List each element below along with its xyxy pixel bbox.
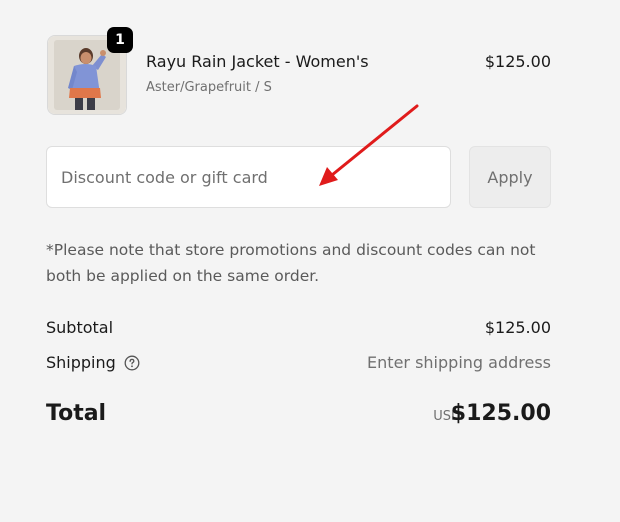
question-circle-icon[interactable] bbox=[124, 355, 140, 371]
line-item: 1 Rayu Rain Jacket - Women's Aster/Grape… bbox=[46, 27, 551, 115]
shipping-value: Enter shipping address bbox=[367, 353, 551, 372]
order-summary: 1 Rayu Rain Jacket - Women's Aster/Grape… bbox=[46, 27, 551, 426]
discount-code-input[interactable] bbox=[46, 146, 451, 208]
subtotal-row: Subtotal $125.00 bbox=[46, 318, 551, 342]
promotion-note: *Please note that store promotions and d… bbox=[46, 241, 536, 285]
subtotal-label: Subtotal bbox=[46, 318, 114, 337]
discount-form: Apply bbox=[46, 146, 551, 208]
subtotal-value: $125.00 bbox=[484, 318, 551, 337]
shipping-label: Shipping bbox=[46, 353, 116, 372]
apply-discount-button[interactable]: Apply bbox=[469, 146, 551, 208]
total-label: Total bbox=[46, 401, 107, 426]
product-price: $125.00 bbox=[484, 52, 551, 71]
shipping-label-group: Shipping bbox=[46, 353, 140, 372]
shipping-row: Shipping Enter shipping address bbox=[46, 353, 551, 377]
product-variant: Aster/Grapefruit / S bbox=[146, 80, 272, 95]
total-value: $125.00 bbox=[450, 401, 551, 426]
total-row: Total USD $125.00 bbox=[46, 401, 551, 431]
product-name: Rayu Rain Jacket - Women's bbox=[146, 52, 369, 71]
quantity-badge: 1 bbox=[107, 27, 133, 53]
